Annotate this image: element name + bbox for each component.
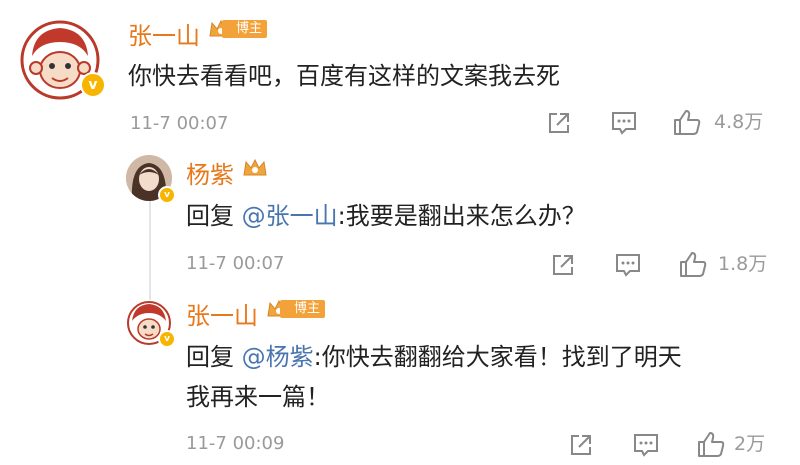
like-count: 4.8万 (714, 111, 764, 133)
reply-username[interactable]: 杨紫 (186, 157, 268, 190)
like-button[interactable]: 2万 (696, 430, 765, 458)
comment-icon[interactable] (614, 252, 642, 278)
verified-icon: v (80, 72, 106, 98)
verified-icon: v (158, 186, 176, 204)
like-icon (696, 430, 726, 458)
comment-username[interactable]: 张一山 博主 (128, 18, 268, 51)
reply-text-continued: 我再来一篇！ (186, 383, 330, 411)
like-icon (672, 108, 702, 136)
mention-link[interactable]: @张一山 (242, 202, 338, 230)
like-button[interactable]: 4.8万 (672, 108, 763, 136)
reply-text: 回复 @张一山:我要是翻出来怎么办？ (186, 202, 586, 230)
comment-icon[interactable] (632, 432, 660, 458)
reply-time: 11-7 00:09 (186, 433, 285, 454)
verified-icon: v (158, 330, 176, 348)
share-icon[interactable] (568, 432, 594, 458)
comment-text: 你快去看看吧，百度有这样的文案我去死 (128, 62, 560, 90)
like-count: 2万 (734, 433, 766, 455)
reply-time: 11-7 00:07 (186, 253, 285, 274)
like-button[interactable]: 1.8万 (678, 250, 767, 278)
reply-text: 回复 @杨紫:你快去翻翻给大家看！找到了明天 (186, 343, 682, 371)
thread-line (149, 190, 151, 300)
blogger-badge: 博主 (208, 18, 268, 40)
comment-time: 11-7 00:07 (130, 113, 229, 134)
like-count: 1.8万 (718, 253, 768, 275)
comment-icon[interactable] (610, 110, 638, 136)
like-icon (678, 250, 708, 278)
share-icon[interactable] (550, 252, 576, 278)
share-icon[interactable] (546, 110, 572, 136)
reply-username[interactable]: 张一山 博主 (186, 298, 326, 331)
crown-icon (242, 157, 268, 179)
mention-link[interactable]: @杨紫 (242, 343, 314, 371)
blogger-badge: 博主 (266, 298, 326, 320)
